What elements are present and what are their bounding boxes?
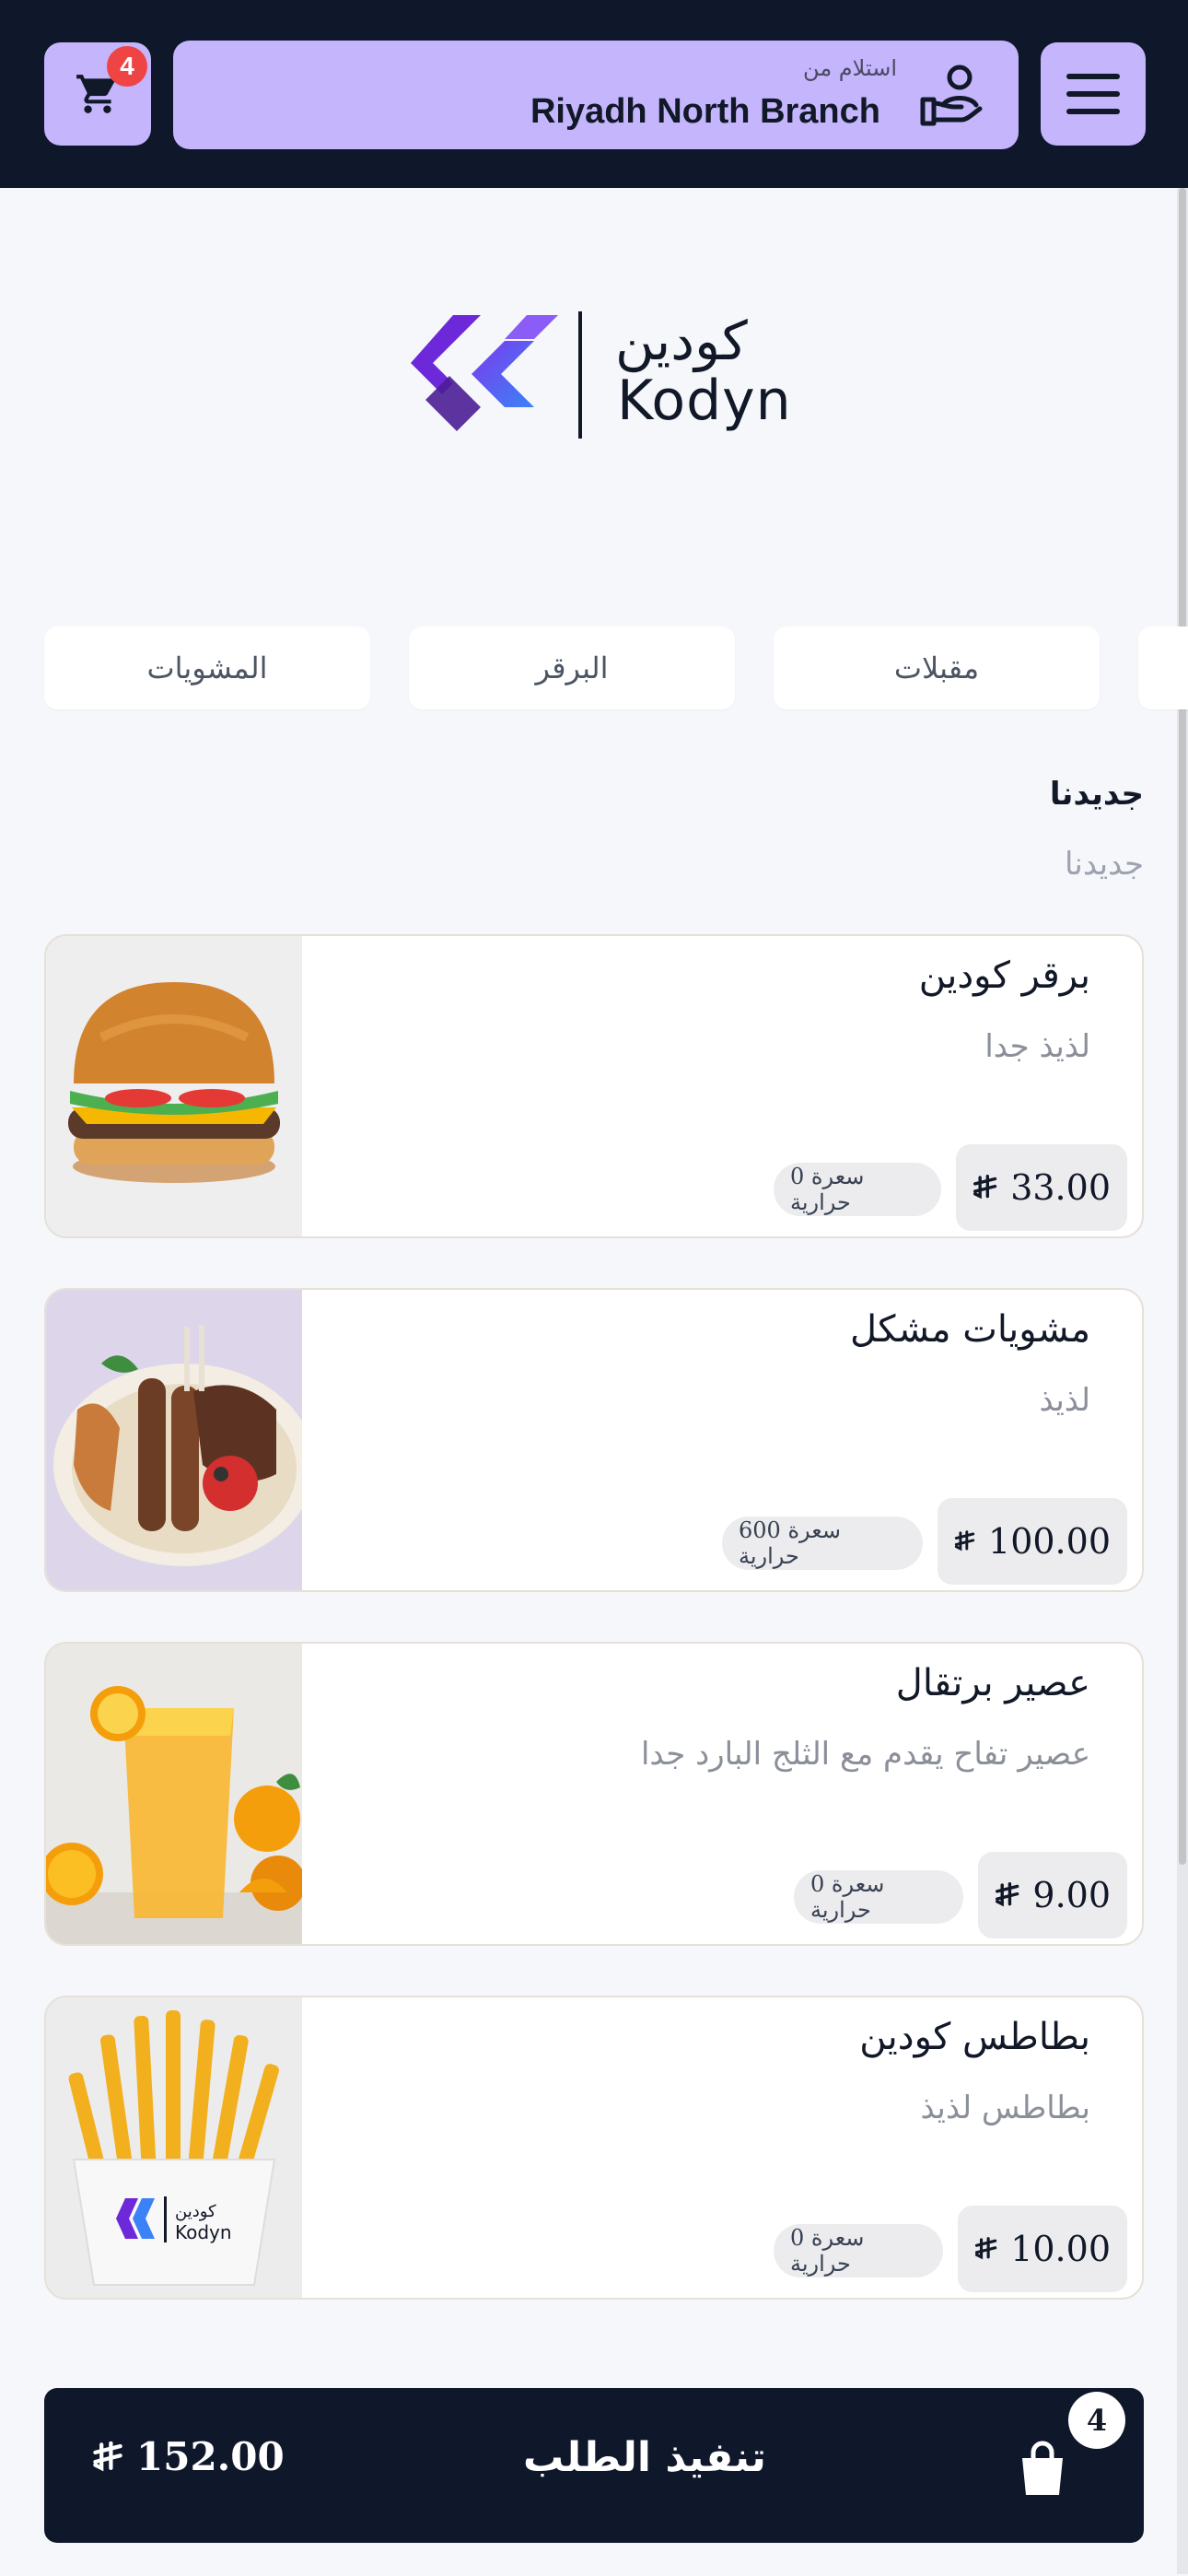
price-tag: 10.00 xyxy=(958,2206,1127,2292)
price-tag: 9.00 xyxy=(978,1852,1127,1938)
price-value: 10.00 xyxy=(1010,2229,1111,2269)
riyal-symbol-icon xyxy=(996,1881,1019,1907)
calories-badge: 0 سعرة حرارية xyxy=(774,2224,943,2277)
shopping-bag-icon xyxy=(1022,2441,1063,2495)
product-description: لذيذ جدا xyxy=(984,1028,1090,1065)
logo-divider xyxy=(578,311,582,439)
product-description: عصير تفاح يقدم مع الثلج البارد جدا xyxy=(640,1736,1090,1773)
hand-user-icon xyxy=(920,64,983,126)
price-value: 33.00 xyxy=(1010,1167,1111,1208)
menu-button[interactable] xyxy=(1041,42,1146,146)
product-card[interactable]: برقر كودين لذيذ جدا 33.00 0 سعرة حرارية xyxy=(44,934,1144,1238)
calories-badge: 0 سعرة حرارية xyxy=(774,1163,941,1216)
order-total-value: 152.00 xyxy=(136,2434,285,2479)
riyal-symbol-icon xyxy=(974,2237,997,2260)
product-card[interactable]: مشويات مشكل لذيذ 100.00 600 سعرة حرارية xyxy=(44,1288,1144,1592)
top-header: 4 استلام من Riyadh North Branch xyxy=(0,0,1188,188)
riyal-symbol-icon xyxy=(93,2441,122,2471)
order-total: 152.00 xyxy=(92,2434,285,2479)
kodyn-logo-mark xyxy=(411,315,558,431)
svg-text:كودين: كودين xyxy=(175,2202,216,2221)
product-name: مشويات مشكل xyxy=(850,1308,1090,1351)
mixed-grill-image xyxy=(46,1290,302,1590)
svg-text:Kodyn: Kodyn xyxy=(175,2221,232,2243)
page-scrollbar[interactable] xyxy=(1177,188,1188,2574)
logo-arabic-text: كودين xyxy=(615,310,748,372)
category-tab-appetizers[interactable]: مقبلات xyxy=(774,626,1100,709)
cart-count-badge: 4 xyxy=(107,46,147,87)
branch-selector[interactable]: استلام من Riyadh North Branch xyxy=(173,41,1019,149)
branch-name: Riyadh North Branch xyxy=(530,92,880,131)
category-tab-more[interactable] xyxy=(1138,626,1188,709)
price-tag: 100.00 xyxy=(938,1498,1127,1585)
category-tab-grills[interactable]: المشويات xyxy=(44,626,370,709)
product-name: عصير برتقال xyxy=(895,1662,1090,1704)
logo-english-text: Kodyn xyxy=(617,369,792,433)
price-tag: 33.00 xyxy=(956,1144,1127,1231)
riyal-symbol-icon xyxy=(973,1175,997,1200)
checkout-button[interactable]: 152.00 تنفيذ الطلب 4 xyxy=(44,2388,1144,2543)
section-subtitle: جديدنا xyxy=(1065,846,1144,883)
product-description: بطاطس لذيذ xyxy=(920,2090,1090,2126)
calories-badge: 0 سعرة حرارية xyxy=(794,1870,963,1924)
scrollbar-thumb[interactable] xyxy=(1179,188,1186,1865)
calories-badge: 600 سعرة حرارية xyxy=(722,1516,923,1570)
burger-image xyxy=(46,936,302,1236)
riyal-symbol-icon xyxy=(954,1530,975,1551)
category-tab-burger[interactable]: البرقر xyxy=(409,626,735,709)
product-card[interactable]: عصير برتقال عصير تفاح يقدم مع الثلج البا… xyxy=(44,1642,1144,1946)
checkout-count-badge: 4 xyxy=(1068,2392,1125,2449)
branch-label: استلام من xyxy=(803,55,897,81)
product-card[interactable]: كودين Kodyn بطاطس كودين بطاطس لذيذ 10.00… xyxy=(44,1996,1144,2300)
section-title: جديدنا xyxy=(1049,776,1144,813)
checkout-label: تنفيذ الطلب xyxy=(523,2434,766,2481)
fries-image: كودين Kodyn xyxy=(46,1997,302,2298)
price-value: 9.00 xyxy=(1032,1875,1111,1915)
orange-juice-image xyxy=(46,1644,302,1944)
hamburger-menu-icon xyxy=(1066,74,1120,114)
product-name: بطاطس كودين xyxy=(859,2016,1090,2058)
price-value: 100.00 xyxy=(988,1521,1111,1562)
product-name: برقر كودين xyxy=(918,954,1090,997)
product-description: لذيذ xyxy=(1039,1382,1090,1419)
